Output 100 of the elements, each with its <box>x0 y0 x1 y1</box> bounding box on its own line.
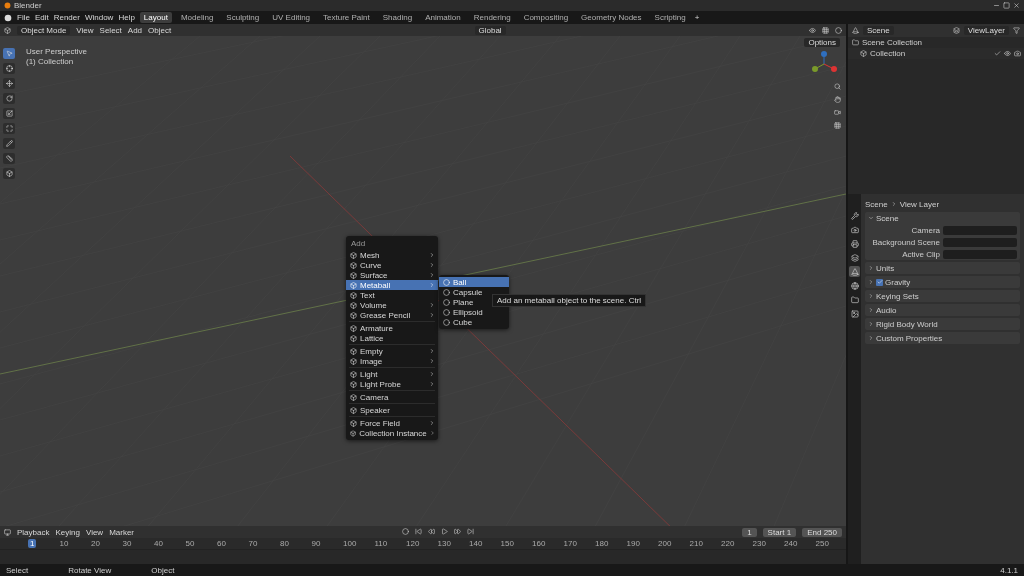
menu-item[interactable]: Grease Pencil <box>346 310 438 320</box>
workspace-tab[interactable]: Compositing <box>519 12 573 23</box>
workspace-tab[interactable]: Scripting <box>650 12 690 23</box>
properties-tab[interactable] <box>849 210 860 221</box>
workspace-tab[interactable]: Animation <box>421 12 465 23</box>
menu-item[interactable]: Keying <box>55 527 80 537</box>
properties-tab[interactable] <box>849 224 860 235</box>
menu-item[interactable]: Capsule <box>439 287 509 297</box>
menu-item[interactable]: Curve <box>346 260 438 270</box>
menu-item[interactable]: Object <box>148 25 172 35</box>
menu-item[interactable]: Force Field <box>346 418 438 428</box>
folder-icon <box>852 39 859 46</box>
menu-item[interactable]: Edit <box>34 13 49 22</box>
start-frame-field[interactable]: Start 1 <box>762 527 797 537</box>
menu-item[interactable]: Light <box>346 369 438 379</box>
tool-button[interactable] <box>3 138 15 149</box>
menu-item[interactable]: Help <box>118 13 135 22</box>
menu-item[interactable]: Speaker <box>346 405 438 415</box>
menu-item[interactable]: Playback <box>17 527 50 537</box>
tool-button[interactable] <box>3 48 15 59</box>
menu-item[interactable]: Ellipsoid <box>439 307 509 317</box>
panel-title[interactable]: Rigid Body World <box>876 319 938 329</box>
menu-item[interactable]: Surface <box>346 270 438 280</box>
ruler-icon <box>5 155 13 162</box>
properties-tab[interactable] <box>849 308 860 319</box>
menu-item[interactable]: Add <box>127 25 143 35</box>
menu-item[interactable]: Render <box>53 13 80 22</box>
properties-tab[interactable] <box>849 280 860 291</box>
panel-title[interactable]: Units <box>876 263 895 273</box>
menu-item[interactable]: Select <box>99 25 122 35</box>
frame-label: 20 <box>91 539 101 548</box>
current-frame-field[interactable]: 1 <box>742 527 757 537</box>
properties-tab[interactable] <box>849 238 860 249</box>
workspace-tab[interactable]: Modeling <box>176 12 218 23</box>
menu-item[interactable]: Armature <box>346 323 438 333</box>
panel-title[interactable]: Gravity <box>885 277 911 287</box>
status-hint: Select <box>6 565 29 575</box>
workspace-tab[interactable]: Texture Paint <box>319 12 374 23</box>
input-field[interactable] <box>943 249 1017 259</box>
tool-button[interactable] <box>3 153 15 164</box>
frame-label: 250 <box>815 539 830 548</box>
workspace-tab[interactable]: Shading <box>378 12 417 23</box>
checkbox[interactable] <box>876 278 883 286</box>
properties-tab[interactable] <box>849 252 860 263</box>
properties-tab[interactable] <box>849 294 860 305</box>
panel-title[interactable]: Keying Sets <box>876 291 919 301</box>
workspace-tab[interactable]: Sculpting <box>222 12 264 23</box>
menu-item[interactable]: Collection Instance <box>346 428 438 438</box>
chevron-icon <box>890 201 897 207</box>
menu-item[interactable]: Cube <box>439 317 509 327</box>
tool-button[interactable] <box>3 63 15 74</box>
menu-item[interactable]: Mesh <box>346 250 438 260</box>
workspace-tab[interactable]: Geometry Nodes <box>577 12 646 23</box>
orientation-dropdown[interactable]: Global <box>474 25 506 35</box>
item-icon <box>350 429 357 437</box>
item-icon <box>350 357 357 365</box>
menu-item[interactable]: Image <box>346 356 438 366</box>
tool-button[interactable] <box>3 78 15 89</box>
menu-item[interactable]: Text <box>346 290 438 300</box>
frame-label: 150 <box>500 539 515 548</box>
menu-item[interactable]: Volume <box>346 300 438 310</box>
panel-title[interactable]: Scene <box>876 213 899 223</box>
menu-item[interactable]: Window <box>84 13 114 22</box>
tool-button[interactable] <box>3 123 15 134</box>
scene-dropdown[interactable]: Scene <box>863 26 894 35</box>
workspace-tab[interactable]: Layout <box>139 12 172 23</box>
menu-item[interactable]: View <box>76 25 94 35</box>
mode-dropdown[interactable]: Object Mode <box>17 25 71 35</box>
breadcrumb-item: Scene <box>865 199 888 209</box>
play-icon <box>441 527 449 535</box>
layers-icon <box>952 27 960 34</box>
input-field[interactable] <box>943 237 1017 247</box>
fast-forward-icon <box>454 527 462 535</box>
menu-item[interactable]: Camera <box>346 392 438 402</box>
view-layer-dropdown[interactable]: ViewLayer <box>963 26 1009 35</box>
tool-button[interactable] <box>3 108 15 119</box>
options-dropdown[interactable]: Options <box>804 38 840 47</box>
menu-item[interactable]: Metaball <box>346 280 438 290</box>
end-frame-field[interactable]: End 250 <box>802 527 842 537</box>
menu-item[interactable]: Lattice <box>346 333 438 343</box>
input-field[interactable] <box>943 225 1017 235</box>
frame-label: 100 <box>343 539 358 548</box>
scale-icon <box>5 110 13 117</box>
circle-icon <box>443 318 450 326</box>
jump-start-icon <box>415 527 423 535</box>
tool-button[interactable] <box>3 168 15 179</box>
menu-item[interactable]: Empty <box>346 346 438 356</box>
menu-item[interactable]: View <box>85 527 104 537</box>
shading-icon <box>835 26 842 34</box>
properties-tab[interactable] <box>849 266 860 277</box>
panel-title[interactable]: Audio <box>876 305 897 315</box>
menu-item[interactable]: Marker <box>109 527 135 537</box>
menu-item[interactable]: Light Probe <box>346 379 438 389</box>
add-workspace-button[interactable]: + <box>694 13 700 22</box>
workspace-tab[interactable]: UV Editing <box>268 12 315 23</box>
panel-title[interactable]: Custom Properties <box>876 333 943 343</box>
menu-item[interactable]: File <box>17 13 30 22</box>
menu-item[interactable]: Ball <box>439 277 509 287</box>
tool-button[interactable] <box>3 93 15 104</box>
workspace-tab[interactable]: Rendering <box>469 12 515 23</box>
